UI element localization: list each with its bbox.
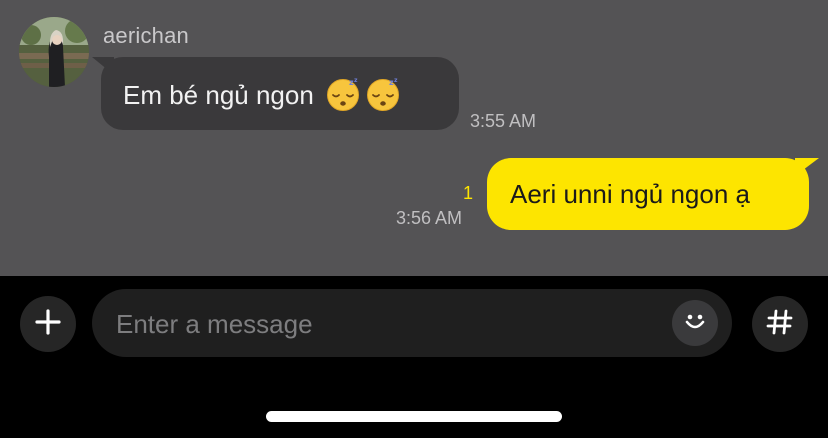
outgoing-message-bubble[interactable]: Aeri unni ngủ ngon ạ (487, 158, 819, 230)
incoming-bubble-tail (92, 57, 114, 75)
sleeping-face-emoji-icon: z z (365, 76, 401, 112)
incoming-message-text: Em bé ngủ ngon z z z z (123, 76, 401, 112)
plus-icon (34, 308, 62, 341)
message-input-container[interactable] (92, 289, 732, 359)
composer-bar (0, 276, 828, 438)
emoji-button[interactable] (672, 300, 718, 346)
outgoing-bubble-tail (795, 158, 819, 176)
sender-name: aerichan (103, 23, 189, 48)
incoming-message-time: 3:55 AM (470, 111, 537, 131)
svg-text:z: z (354, 77, 358, 84)
smiley-icon (681, 307, 709, 340)
message-list[interactable]: aerichan Em bé ngủ ngon z z z z 3:55 AM … (0, 0, 828, 276)
sender-avatar[interactable] (19, 17, 89, 87)
hashtag-button[interactable] (752, 296, 808, 352)
incoming-message-bubble[interactable]: Em bé ngủ ngon z z z z (92, 57, 459, 130)
outgoing-message-text: Aeri unni ngủ ngon ạ (510, 178, 750, 209)
hash-icon (765, 307, 795, 342)
unread-count-badge: 1 (463, 183, 474, 203)
sleeping-face-emoji-icon: z z (325, 76, 361, 112)
chat-screen: aerichan Em bé ngủ ngon z z z z 3:55 AM … (0, 0, 828, 438)
svg-text:z: z (394, 77, 398, 84)
outgoing-message-time: 3:56 AM (396, 208, 463, 228)
add-attachment-button[interactable] (20, 296, 76, 352)
home-indicator[interactable] (266, 411, 562, 422)
message-input[interactable] (114, 289, 658, 359)
